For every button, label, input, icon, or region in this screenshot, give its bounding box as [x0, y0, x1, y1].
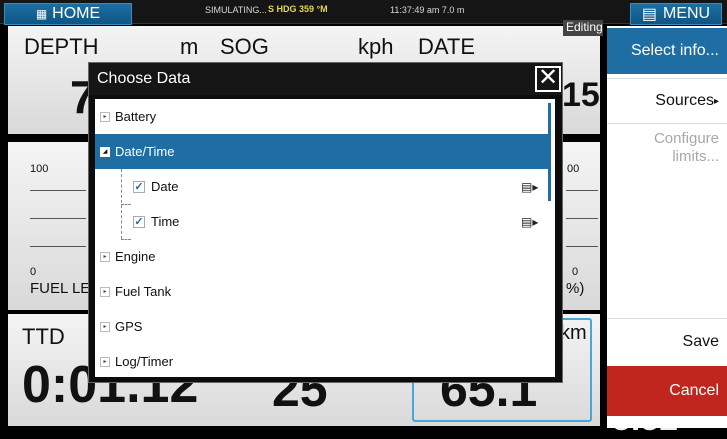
separator	[607, 318, 727, 319]
configure-label: Configure	[653, 130, 719, 147]
save-button[interactable]: Save	[607, 322, 727, 362]
tree-item-label: Engine	[115, 249, 156, 264]
home-button[interactable]: ▦ HOME	[4, 3, 132, 25]
time-status: 11:37:49 am 7.0 m	[390, 5, 465, 15]
cancel-button[interactable]: Cancel	[607, 366, 727, 416]
ttd-label: TTD	[22, 324, 65, 349]
tree-item-label: Log/Timer	[115, 354, 174, 369]
date-label: DATE	[418, 34, 476, 59]
simulating-status: SIMULATING...	[205, 5, 267, 15]
gauge-tick	[566, 246, 598, 247]
menu-label: MENU	[663, 5, 711, 22]
expand-icon[interactable]: ▸	[100, 111, 110, 122]
scrollbar[interactable]	[548, 103, 551, 201]
tree-item-label: Date/Time	[115, 144, 175, 159]
grid-icon: ▦	[35, 7, 47, 21]
close-button[interactable]: ✕	[535, 66, 561, 92]
gauge-left-min: 0	[30, 266, 37, 278]
data-tree: ▸ Battery ◢ Date/Time ✓ Date ▤▸ ✓ Time ▤…	[95, 99, 555, 377]
select-info-item[interactable]: Select info...	[607, 28, 727, 74]
menu-icon: ▤	[641, 6, 657, 23]
tree-item-date[interactable]: ✓ Date ▤▸	[95, 169, 549, 204]
sources-item[interactable]: Sources ▸	[607, 79, 727, 123]
tree-item-date-time[interactable]: ◢ Date/Time	[95, 134, 549, 169]
depth-unit: m	[180, 34, 199, 59]
sources-label: Sources	[655, 92, 714, 109]
gauge-right-max: 00	[567, 163, 580, 175]
tree-item-log-timer[interactable]: ▸ Log/Timer	[95, 344, 549, 377]
expand-icon[interactable]: ▸	[100, 321, 110, 332]
depth-label: DEPTH	[24, 34, 99, 59]
tree-item-time[interactable]: ✓ Time ▤▸	[95, 204, 549, 239]
close-icon: ✕	[537, 64, 559, 91]
gauge-right-unit: %)	[566, 280, 585, 297]
sog-unit: kph	[358, 34, 394, 59]
options-menu-icon[interactable]: ▤▸	[521, 215, 538, 229]
menu-button[interactable]: ▤ MENU	[630, 3, 722, 25]
gauge-tick	[30, 190, 86, 191]
status-bar: ▦ HOME SIMULATING... S HDG 359 °M 11:37:…	[0, 0, 727, 25]
configure-limits-item[interactable]: Configure limits...	[607, 124, 727, 172]
editing-badge: Editing	[563, 20, 603, 36]
expand-icon[interactable]: ▸	[100, 286, 110, 297]
gauge-left-max: 100	[30, 163, 49, 175]
heading-status: S HDG 359 °M	[268, 4, 328, 14]
gauge-tick	[566, 190, 598, 191]
gauge-tick	[30, 246, 86, 247]
chevron-right-icon: ▸	[713, 95, 719, 107]
gauge-tick	[30, 218, 86, 219]
sog-label: SOG	[220, 34, 269, 59]
checkbox-checked-icon[interactable]: ✓	[133, 180, 145, 193]
limits-label: limits...	[672, 148, 719, 165]
tree-item-fuel-tank[interactable]: ▸ Fuel Tank	[95, 274, 549, 309]
collapse-icon[interactable]: ◢	[100, 146, 110, 157]
tree-item-label: Fuel Tank	[115, 284, 172, 299]
dialog-header: Choose Data ✕	[89, 63, 562, 95]
tree-item-engine[interactable]: ▸ Engine	[95, 239, 549, 274]
checkbox-checked-icon[interactable]: ✓	[133, 215, 145, 228]
tree-item-gps[interactable]: ▸ GPS	[95, 309, 549, 344]
tree-item-battery[interactable]: ▸ Battery	[95, 99, 549, 134]
tree-item-label: GPS	[115, 319, 143, 334]
expand-icon[interactable]: ▸	[100, 251, 110, 262]
dialog-title: Choose Data	[97, 70, 191, 87]
expand-icon[interactable]: ▸	[100, 356, 110, 367]
side-menu: Select info... Sources ▸ Configure limit…	[607, 26, 727, 428]
gauge-right-min: 0	[572, 266, 579, 278]
km-unit: km	[560, 322, 587, 344]
gauge-tick	[566, 218, 598, 219]
tree-item-label: Date	[151, 179, 179, 194]
options-menu-icon[interactable]: ▤▸	[521, 180, 538, 194]
tree-item-label: Battery	[115, 109, 157, 124]
date-value: 15	[562, 76, 600, 114]
home-label: HOME	[52, 5, 101, 22]
tree-item-label: Time	[151, 214, 180, 229]
choose-data-dialog: Choose Data ✕ ▸ Battery ◢ Date/Time ✓ Da…	[88, 62, 563, 383]
